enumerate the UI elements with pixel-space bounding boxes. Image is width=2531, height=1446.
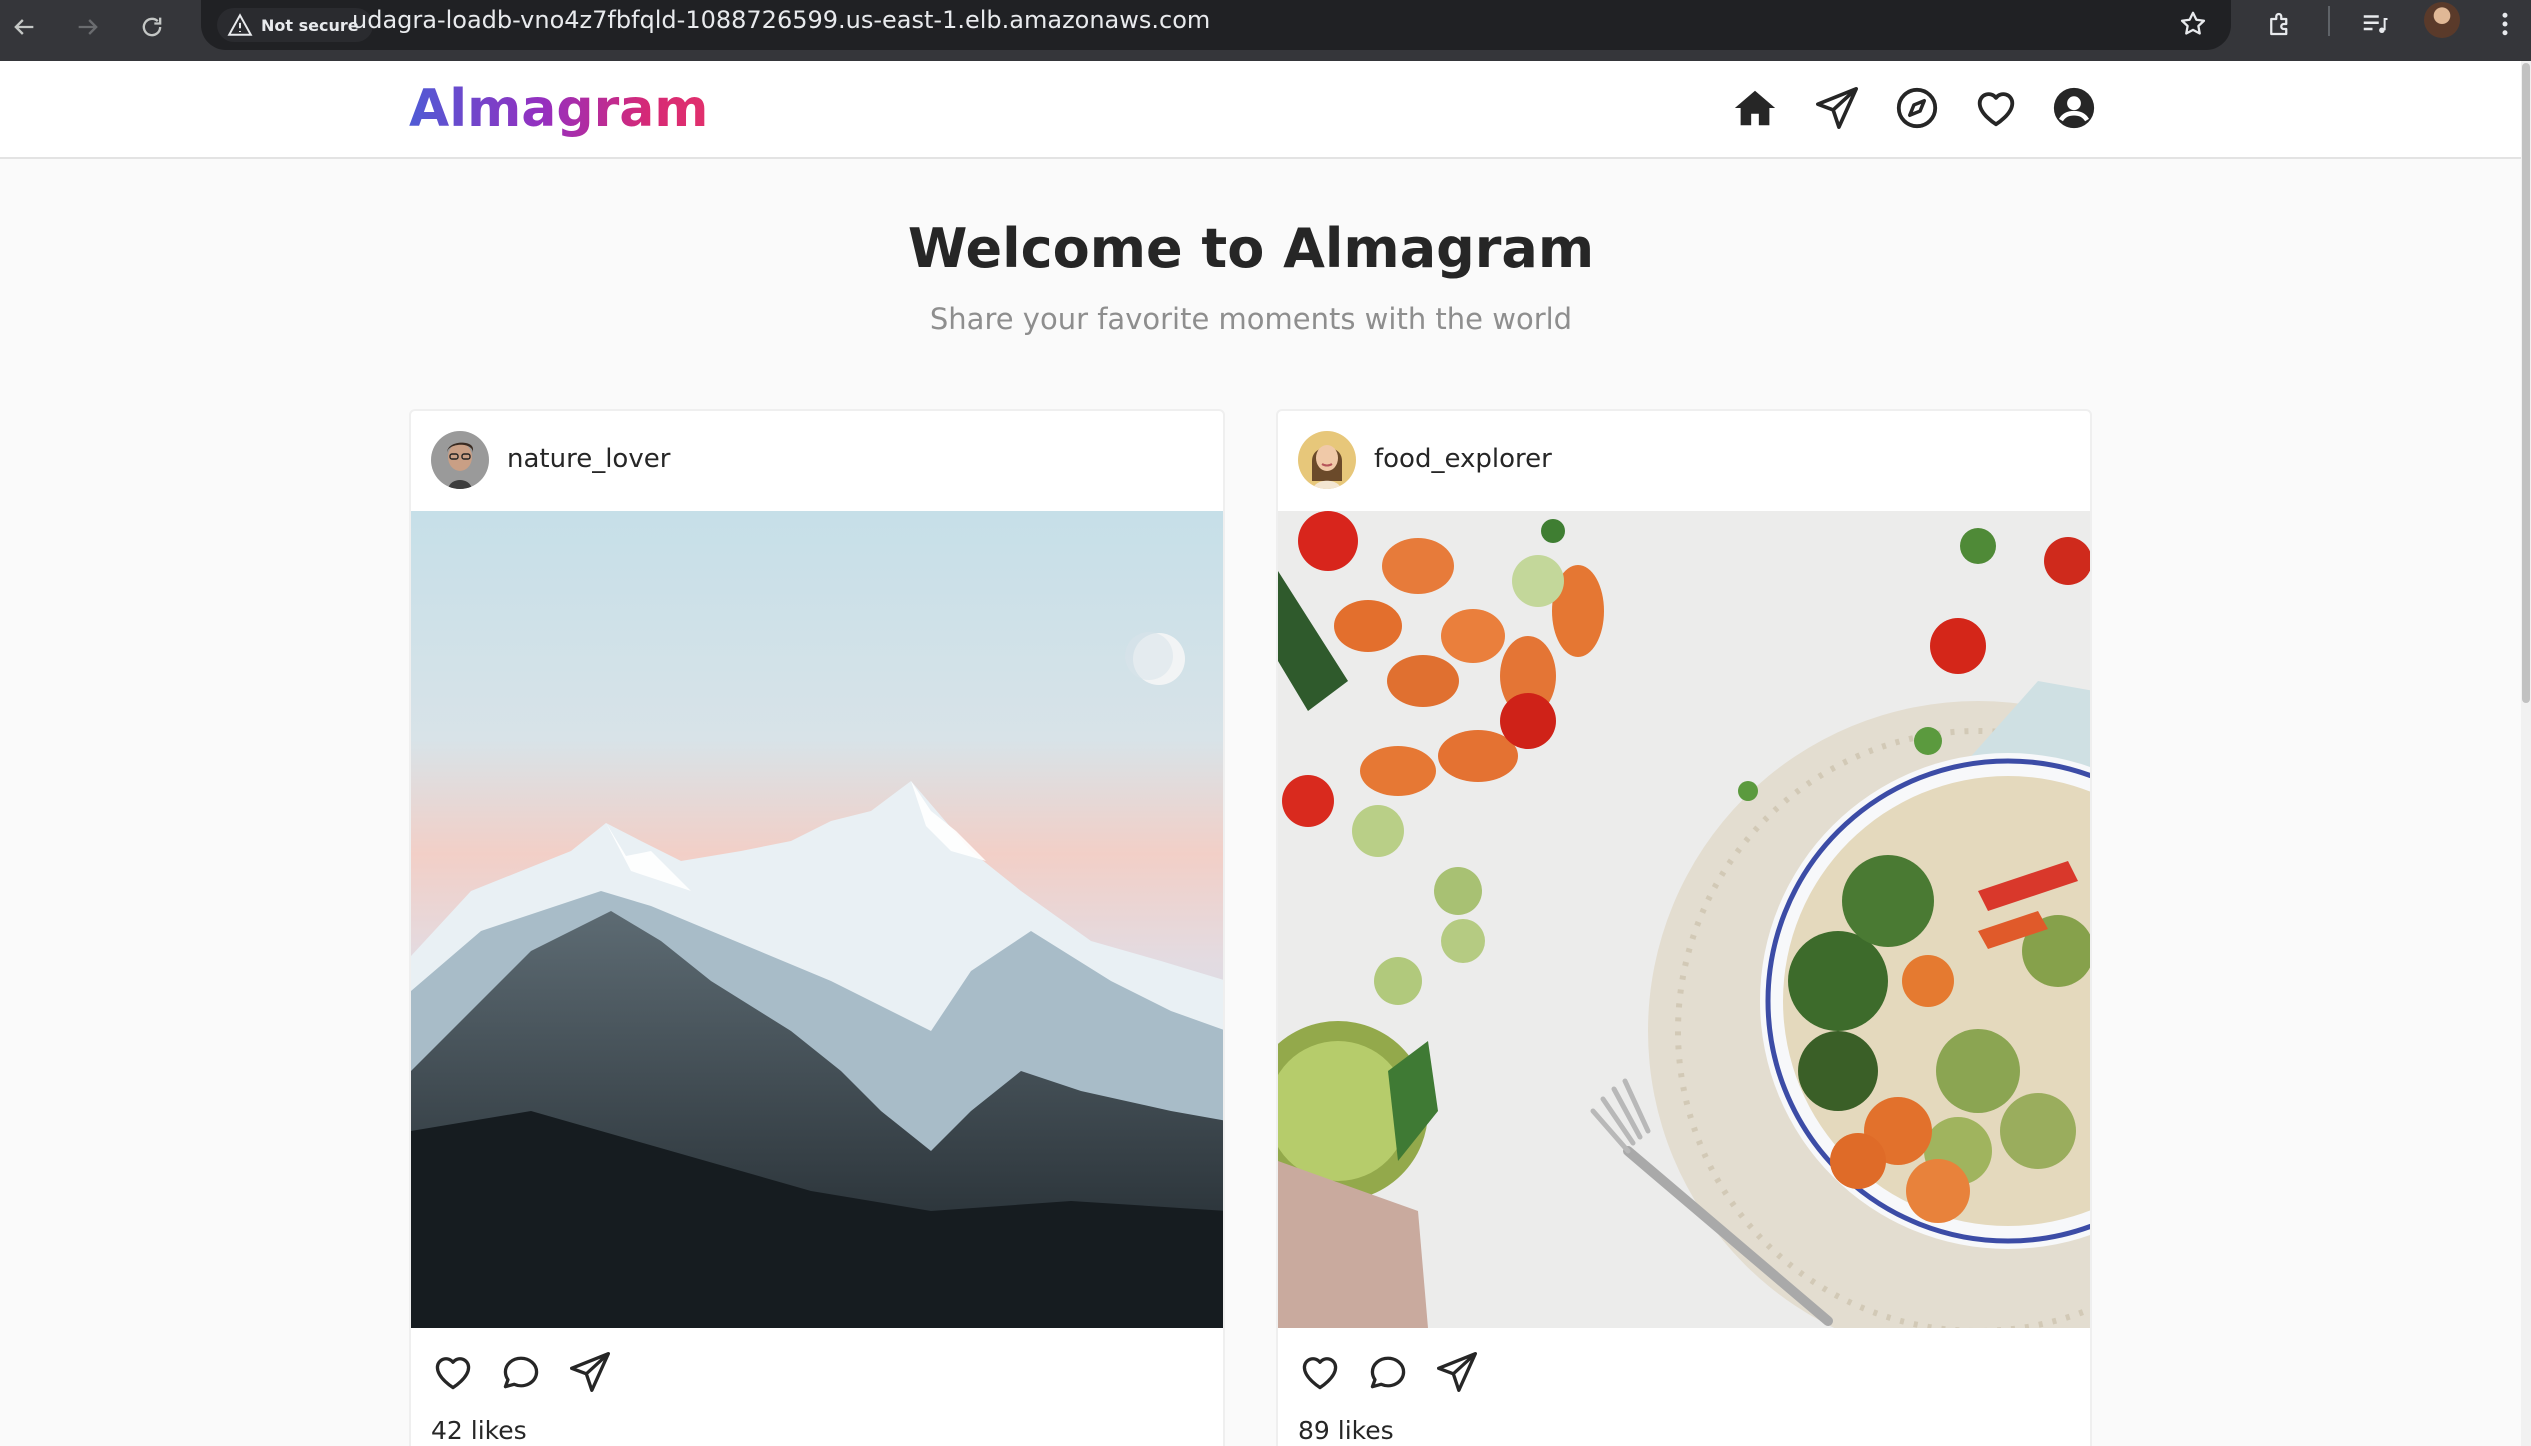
post-username[interactable]: nature_lover xyxy=(507,441,670,477)
nav-home-button[interactable] xyxy=(1731,84,1779,132)
scrollbar-thumb[interactable] xyxy=(2522,63,2530,703)
post-actions xyxy=(1278,1344,2090,1404)
security-chip[interactable]: Not secure xyxy=(217,8,373,42)
reload-button[interactable] xyxy=(130,5,174,49)
post-actions xyxy=(411,1344,1223,1404)
post-card: food_explorer 89 likes xyxy=(1276,409,2092,1446)
post-header: nature_lover xyxy=(411,411,1223,511)
nav-explore-button[interactable] xyxy=(1893,84,1941,132)
arrow-left-icon xyxy=(14,19,34,35)
forward-button[interactable] xyxy=(66,5,110,49)
heart-icon xyxy=(435,1357,471,1390)
brand-logo[interactable]: Almagram xyxy=(409,79,708,139)
security-label: Not secure xyxy=(261,15,359,35)
paper-plane-icon xyxy=(1437,1352,1477,1392)
site-header: Almagram xyxy=(0,61,2521,159)
back-button[interactable] xyxy=(2,5,46,49)
post-header: food_explorer xyxy=(1278,411,2090,511)
home-icon xyxy=(1734,90,1776,126)
share-button[interactable] xyxy=(1433,1348,1481,1396)
browser-menu-button[interactable] xyxy=(2484,3,2526,45)
page-scrollbar[interactable] xyxy=(2521,61,2531,1446)
star-icon xyxy=(2180,11,2206,35)
user-circle-icon xyxy=(2053,87,2095,129)
comment-icon xyxy=(1370,1356,1406,1389)
page-subtitle: Share your favorite moments with the wor… xyxy=(929,302,1573,336)
playlist-icon xyxy=(2363,15,2388,33)
browser-toolbar: Not secure udagra-loadb-vno4z7fbfqld-108… xyxy=(0,0,2531,61)
extensions-button[interactable] xyxy=(2259,3,2301,45)
vegetable-bowl-photo[interactable] xyxy=(1278,511,2090,1328)
user-avatar[interactable] xyxy=(431,431,489,489)
page-title: Welcome to Almagram xyxy=(907,217,1595,280)
comment-button[interactable] xyxy=(497,1348,545,1396)
heart-icon xyxy=(1302,1357,1338,1390)
post-likes: 89 likes xyxy=(1298,1416,1394,1445)
share-button[interactable] xyxy=(566,1348,614,1396)
arrow-right-icon xyxy=(78,19,98,35)
user-avatar[interactable] xyxy=(1298,431,1356,489)
paper-plane-icon xyxy=(570,1352,610,1392)
post-username[interactable]: food_explorer xyxy=(1374,441,1552,477)
comment-icon xyxy=(503,1356,539,1389)
warning-icon xyxy=(227,13,253,36)
paper-plane-icon xyxy=(1816,87,1858,129)
comment-button[interactable] xyxy=(1364,1348,1412,1396)
address-bar[interactable]: Not secure udagra-loadb-vno4z7fbfqld-108… xyxy=(201,0,2231,50)
nav-activity-button[interactable] xyxy=(1972,84,2020,132)
snowy-mountain-photo[interactable] xyxy=(411,511,1223,1328)
post-likes: 42 likes xyxy=(431,1416,527,1445)
url-text[interactable]: udagra-loadb-vno4z7fbfqld-1088726599.us-… xyxy=(352,0,1210,40)
puzzle-icon xyxy=(2270,12,2288,36)
nav-direct-button[interactable] xyxy=(1813,84,1861,132)
nav-profile-button[interactable] xyxy=(2050,84,2098,132)
bookmark-button[interactable] xyxy=(2173,4,2213,44)
like-button[interactable] xyxy=(429,1348,477,1396)
compass-icon xyxy=(1896,87,1938,129)
kebab-menu-icon xyxy=(2502,12,2508,36)
like-button[interactable] xyxy=(1296,1348,1344,1396)
reload-icon xyxy=(142,17,162,37)
toolbar-divider xyxy=(2328,6,2330,36)
heart-icon xyxy=(1977,92,2015,127)
post-card: nature_lover 42 likes xyxy=(409,409,1225,1446)
media-controls-button[interactable] xyxy=(2354,3,2396,45)
profile-avatar[interactable] xyxy=(2424,2,2460,38)
